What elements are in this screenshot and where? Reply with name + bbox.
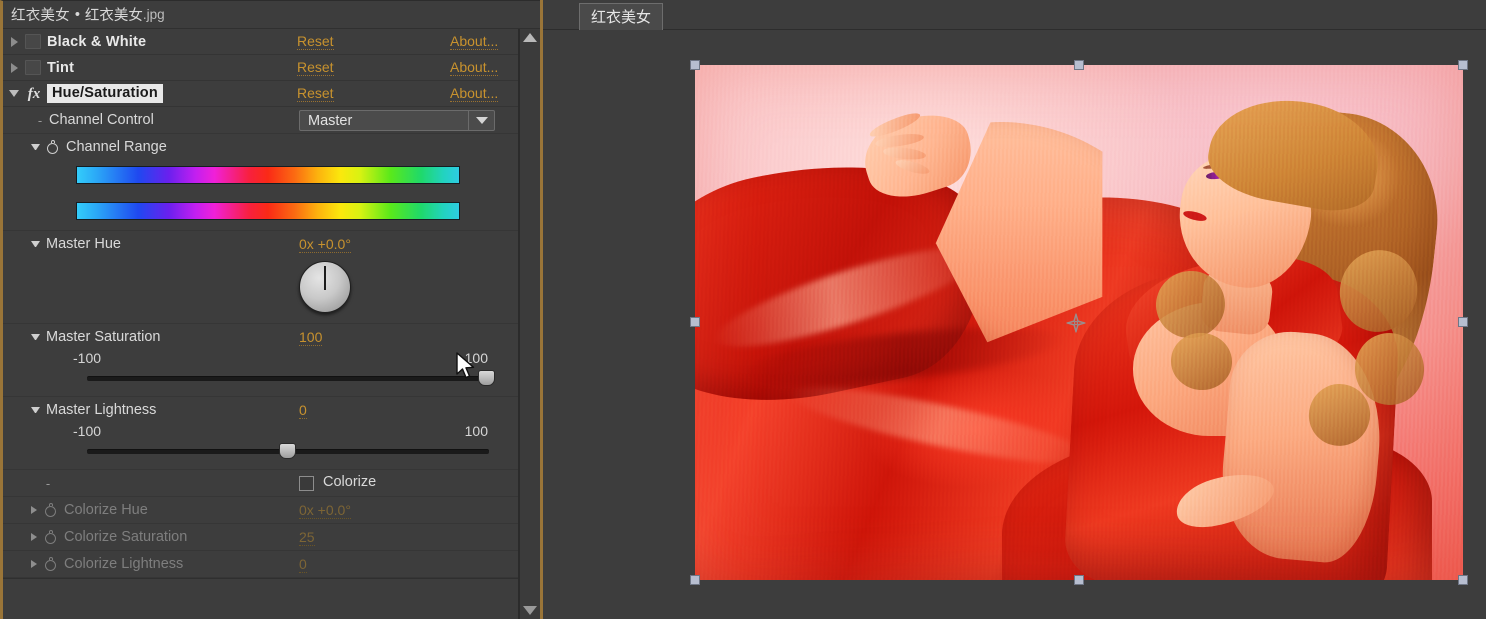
- hue-gradient-bar-result[interactable]: [76, 202, 460, 220]
- effect-enable-checkbox[interactable]: [25, 34, 41, 49]
- colorize-lightness-label: Colorize Lightness: [64, 556, 184, 572]
- viewer-tab-bar: 红衣美女: [543, 0, 1486, 31]
- disclosure-triangle-collapsed-icon[interactable]: [3, 55, 25, 81]
- reset-button[interactable]: Reset: [297, 85, 334, 102]
- effect-row-black-and-white[interactable]: Black & White Reset About...: [3, 29, 518, 55]
- property-row-channel-control: - Channel Control Master: [3, 107, 518, 134]
- master-hue-value[interactable]: 0x +0.0°: [299, 236, 351, 253]
- master-saturation-min-label: -100: [73, 350, 102, 366]
- disclosure-triangle-collapsed-icon[interactable]: [31, 560, 37, 568]
- master-lightness-min-label: -100: [73, 423, 102, 439]
- selection-handle-middle-left[interactable]: [690, 317, 700, 327]
- disclosure-triangle-collapsed-icon[interactable]: [31, 506, 37, 514]
- effect-enable-checkbox[interactable]: [25, 60, 41, 75]
- composition-viewer-panel: 红衣美女: [540, 0, 1486, 619]
- effect-name-label: Black & White: [47, 33, 147, 50]
- stopwatch-icon[interactable]: [44, 503, 58, 517]
- colorize-lightness-value[interactable]: 0: [299, 556, 307, 573]
- disclosure-triangle-expanded-icon[interactable]: [31, 241, 40, 247]
- effect-controls-panel: 红衣美女 • 红衣美女 .jpg Black & White Reset Abo…: [0, 0, 540, 619]
- colorize-checkbox[interactable]: [299, 476, 314, 491]
- about-button[interactable]: About...: [450, 59, 499, 76]
- reset-button[interactable]: Reset: [297, 59, 334, 76]
- master-saturation-label: Master Saturation: [46, 329, 161, 345]
- reset-button[interactable]: Reset: [297, 33, 334, 50]
- disclosure-triangle-expanded-icon[interactable]: [3, 81, 25, 107]
- viewer-stage[interactable]: [543, 30, 1486, 619]
- channel-range-label: Channel Range: [66, 139, 167, 155]
- title-separator: •: [74, 6, 80, 23]
- scroll-down-arrow-icon[interactable]: [523, 606, 537, 615]
- effect-controls-scrollbar[interactable]: [519, 29, 540, 619]
- property-bullet-icon: -: [37, 112, 43, 128]
- channel-control-value: Master: [308, 112, 353, 129]
- selection-handle-bottom-right[interactable]: [1458, 575, 1468, 585]
- chevron-down-icon[interactable]: [468, 111, 494, 130]
- channel-control-dropdown[interactable]: Master: [299, 110, 495, 131]
- master-saturation-value[interactable]: 100: [299, 329, 323, 346]
- property-row-master-saturation: Master Saturation 100 -100 100: [3, 324, 518, 397]
- stopwatch-icon[interactable]: [44, 530, 58, 544]
- property-row-colorize-saturation: Colorize Saturation 25: [3, 524, 518, 551]
- colorize-saturation-label: Colorize Saturation: [64, 529, 188, 545]
- selection-handle-top-center[interactable]: [1074, 60, 1084, 70]
- layer-name-label: 红衣美女: [11, 8, 70, 24]
- master-lightness-value[interactable]: 0: [299, 402, 307, 419]
- selection-handle-top-left[interactable]: [690, 60, 700, 70]
- effect-row-hue-saturation[interactable]: fx Hue/Saturation Reset About...: [3, 81, 518, 107]
- master-lightness-max-label: 100: [464, 423, 488, 439]
- about-button[interactable]: About...: [450, 33, 499, 50]
- effect-name-label: Tint: [47, 59, 75, 76]
- property-row-colorize-hue: Colorize Hue 0x +0.0°: [3, 497, 518, 524]
- property-row-colorize: - Colorize: [3, 470, 518, 497]
- colorize-hue-label: Colorize Hue: [64, 502, 148, 518]
- channel-control-label: Channel Control: [49, 112, 154, 128]
- disclosure-triangle-collapsed-icon[interactable]: [3, 29, 25, 55]
- fx-icon: fx: [27, 85, 41, 102]
- stopwatch-icon[interactable]: [46, 140, 60, 154]
- anchor-point-icon[interactable]: [1066, 313, 1086, 333]
- disclosure-triangle-expanded-icon[interactable]: [31, 407, 40, 413]
- hue-gradient-bar[interactable]: [76, 166, 460, 184]
- master-hue-dial[interactable]: [299, 261, 351, 313]
- master-lightness-label: Master Lightness: [46, 402, 157, 418]
- property-row-colorize-lightness: Colorize Lightness 0: [3, 551, 518, 578]
- after-effects-workspace: 红衣美女 • 红衣美女 .jpg Black & White Reset Abo…: [0, 0, 1486, 619]
- colorize-hue-value[interactable]: 0x +0.0°: [299, 502, 351, 519]
- effect-name-label[interactable]: Hue/Saturation: [47, 84, 163, 103]
- property-row-master-lightness: Master Lightness 0 -100 100: [3, 397, 518, 470]
- master-saturation-max-label: 100: [464, 350, 488, 366]
- colorize-label: Colorize: [323, 474, 377, 490]
- selection-handle-bottom-center[interactable]: [1074, 575, 1084, 585]
- effect-controls-header: 红衣美女 • 红衣美女 .jpg: [3, 1, 540, 29]
- selection-handle-bottom-left[interactable]: [690, 575, 700, 585]
- about-button[interactable]: About...: [450, 85, 499, 102]
- comp-name-label: 红衣美女: [84, 8, 143, 24]
- viewer-tab[interactable]: 红衣美女: [579, 3, 664, 31]
- scroll-up-arrow-icon[interactable]: [523, 33, 537, 42]
- disclosure-triangle-collapsed-icon[interactable]: [31, 533, 37, 541]
- file-extension-label: .jpg: [142, 7, 165, 22]
- property-row-master-hue: Master Hue 0x +0.0°: [3, 231, 518, 324]
- dial-needle-icon: [324, 266, 326, 290]
- effect-row-tint[interactable]: Tint Reset About...: [3, 55, 518, 81]
- effect-controls-empty-area: [3, 578, 518, 579]
- master-saturation-slider-track[interactable]: [87, 376, 489, 381]
- property-row-channel-range: Channel Range: [3, 134, 518, 231]
- disclosure-triangle-expanded-icon[interactable]: [31, 334, 40, 340]
- master-saturation-slider-handle[interactable]: [478, 370, 495, 386]
- selection-handle-middle-right[interactable]: [1458, 317, 1468, 327]
- effect-controls-body: Black & White Reset About... Tint Reset …: [3, 29, 540, 619]
- master-lightness-slider-handle[interactable]: [279, 443, 296, 459]
- property-bullet-icon: -: [45, 475, 51, 491]
- disclosure-triangle-expanded-icon[interactable]: [31, 144, 40, 150]
- selection-handle-top-right[interactable]: [1458, 60, 1468, 70]
- stopwatch-icon[interactable]: [44, 557, 58, 571]
- master-hue-label: Master Hue: [46, 236, 121, 252]
- effect-controls-list: Black & White Reset About... Tint Reset …: [3, 29, 519, 619]
- colorize-saturation-value[interactable]: 25: [299, 529, 315, 546]
